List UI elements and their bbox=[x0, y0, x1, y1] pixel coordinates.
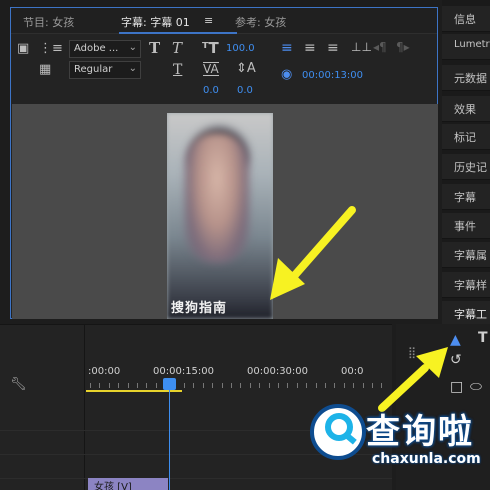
leading-icon: ⇕A bbox=[236, 61, 256, 76]
ruler-tick bbox=[353, 383, 355, 388]
underline-icon[interactable]: T bbox=[173, 63, 182, 77]
work-area-bar[interactable] bbox=[86, 390, 182, 392]
ruler-tick bbox=[212, 383, 214, 388]
tab-title[interactable]: 字幕: 字幕 01 bbox=[121, 14, 190, 30]
italic-icon[interactable]: T bbox=[172, 41, 182, 56]
panel-metadata[interactable]: 元数据 bbox=[442, 65, 490, 91]
panel-lumetri[interactable]: Lumetri bbox=[442, 34, 490, 60]
tab-reference[interactable]: 参考: 女孩 bbox=[235, 14, 286, 30]
type-tool-icon[interactable]: T bbox=[478, 330, 488, 346]
leading-value[interactable]: 0.0 bbox=[237, 85, 253, 96]
ruler-tick bbox=[221, 383, 223, 388]
align-right-icon[interactable]: ≡ bbox=[327, 41, 339, 55]
rotate-tool-icon[interactable]: ↺ bbox=[450, 352, 462, 368]
panel-history[interactable]: 历史记 bbox=[442, 154, 490, 180]
eye-icon[interactable]: ◉ bbox=[281, 68, 292, 81]
panel-title-styles[interactable]: 字幕样 bbox=[442, 272, 490, 298]
time-ruler[interactable]: :00:00 00:00:15:00 00:00:30:00 00:0 bbox=[86, 357, 392, 389]
ruler-tick bbox=[306, 383, 308, 388]
time-label: :00:00 bbox=[88, 366, 121, 377]
time-label: 00:00:30:00 bbox=[247, 366, 309, 377]
title-toolbar: ▣ ⋮≡ ▦ Adobe ... ⌄ Regular ⌄ T T T ᵀT 10… bbox=[11, 35, 437, 105]
ruler-tick bbox=[127, 383, 129, 388]
paragraph-rtl-icon: ◂¶ bbox=[373, 40, 387, 54]
grip-icon: ⣿ bbox=[408, 346, 417, 359]
watermark-url: chaxunla.com bbox=[372, 451, 481, 467]
panel-captions[interactable]: 字幕 bbox=[442, 184, 490, 210]
background-video-icon[interactable]: ▦ bbox=[39, 63, 51, 76]
wrench-icon[interactable]: 🔧︎ bbox=[10, 377, 27, 392]
panel-effects[interactable]: 效果 bbox=[442, 96, 490, 122]
ruler-tick bbox=[108, 383, 110, 388]
tab-program[interactable]: 节目: 女孩 bbox=[23, 14, 74, 30]
video-clip[interactable]: 女孩 [V] bbox=[88, 478, 168, 490]
align-center-icon[interactable]: ≡ bbox=[304, 41, 316, 55]
ruler-tick bbox=[334, 383, 336, 388]
ruler-tick bbox=[343, 383, 345, 388]
ruler-tick bbox=[315, 383, 317, 388]
ruler-tick bbox=[381, 383, 383, 388]
playhead-line[interactable] bbox=[169, 382, 170, 490]
ruler-tick bbox=[184, 383, 185, 388]
ruler-tick bbox=[296, 383, 298, 388]
title-tabbar: 节目: 女孩 字幕: 字幕 01 ≡ 参考: 女孩 bbox=[11, 8, 437, 34]
ruler-tick bbox=[202, 383, 204, 388]
ruler-tick bbox=[249, 383, 251, 388]
paragraph-ltr-icon: ¶▸ bbox=[396, 40, 410, 54]
panel-events[interactable]: 事件 bbox=[442, 213, 490, 239]
font-size-icon: ᵀT bbox=[202, 39, 219, 57]
tracking-icon: VA bbox=[203, 62, 219, 76]
title-panel: 节目: 女孩 字幕: 字幕 01 ≡ 参考: 女孩 ▣ ⋮≡ ▦ Adobe .… bbox=[10, 7, 438, 319]
hamburger-icon[interactable]: ≡ bbox=[204, 14, 213, 27]
chevron-down-icon: ⌄ bbox=[128, 63, 137, 74]
tracking-value[interactable]: 0.0 bbox=[203, 85, 219, 96]
ellipse-tool-icon[interactable]: ⬭ bbox=[470, 379, 482, 395]
ruler-tick bbox=[118, 383, 120, 388]
right-panel-list: 信息 Lumetri 元数据 效果 标记 历史记 字幕 事件 字幕属 字幕样 字… bbox=[442, 0, 490, 335]
font-style-value: Regular bbox=[74, 64, 113, 75]
bold-icon[interactable]: T bbox=[149, 41, 160, 56]
tab-stops-icon[interactable]: ⊥⊥ bbox=[351, 41, 372, 53]
align-left-icon[interactable]: ≡ bbox=[281, 41, 293, 55]
time-label: 00:00:15:00 bbox=[153, 366, 215, 377]
panel-markers[interactable]: 标记 bbox=[442, 124, 490, 150]
ruler-tick bbox=[231, 383, 232, 388]
ruler-tick bbox=[155, 383, 157, 388]
ruler-tick bbox=[372, 383, 373, 388]
ruler-tick bbox=[240, 383, 242, 388]
video-blur-face bbox=[185, 133, 249, 263]
rectangle-tool-icon[interactable]: □ bbox=[450, 379, 463, 395]
font-size-value[interactable]: 100.0 bbox=[226, 43, 255, 54]
ruler-tick bbox=[146, 383, 148, 388]
ruler-tick bbox=[90, 383, 91, 388]
ruler-tick bbox=[99, 383, 101, 388]
ruler-tick bbox=[362, 383, 364, 388]
video-frame: 搜狗指南 bbox=[167, 113, 273, 319]
ruler-tick bbox=[137, 383, 138, 388]
ruler-tick bbox=[193, 383, 195, 388]
list-icon[interactable]: ⋮≡ bbox=[39, 42, 63, 55]
ruler-tick bbox=[287, 383, 289, 388]
title-type-icon[interactable]: ▣ bbox=[17, 42, 29, 55]
time-label: 00:0 bbox=[341, 366, 364, 377]
ruler-tick bbox=[259, 383, 261, 388]
font-family-value: Adobe ... bbox=[74, 43, 119, 54]
ruler-tick bbox=[268, 383, 270, 388]
ruler-tick bbox=[278, 383, 279, 388]
watermark-text: 查询啦 bbox=[366, 412, 474, 452]
timecode-value[interactable]: 00:00:13:00 bbox=[302, 70, 363, 81]
panel-info[interactable]: 信息 bbox=[442, 6, 490, 32]
caption-text[interactable]: 搜狗指南 bbox=[171, 297, 227, 316]
chevron-down-icon: ⌄ bbox=[128, 42, 137, 53]
playhead-handle[interactable] bbox=[163, 378, 176, 390]
active-tab-indicator bbox=[119, 32, 237, 34]
panel-title-properties[interactable]: 字幕属 bbox=[442, 242, 490, 268]
ruler-tick bbox=[325, 383, 326, 388]
font-family-select[interactable]: Adobe ... ⌄ bbox=[69, 40, 141, 58]
title-canvas[interactable]: 搜狗指南 bbox=[12, 104, 438, 319]
font-style-select[interactable]: Regular ⌄ bbox=[69, 61, 141, 79]
selection-tool-icon[interactable]: ▲ bbox=[450, 332, 461, 348]
